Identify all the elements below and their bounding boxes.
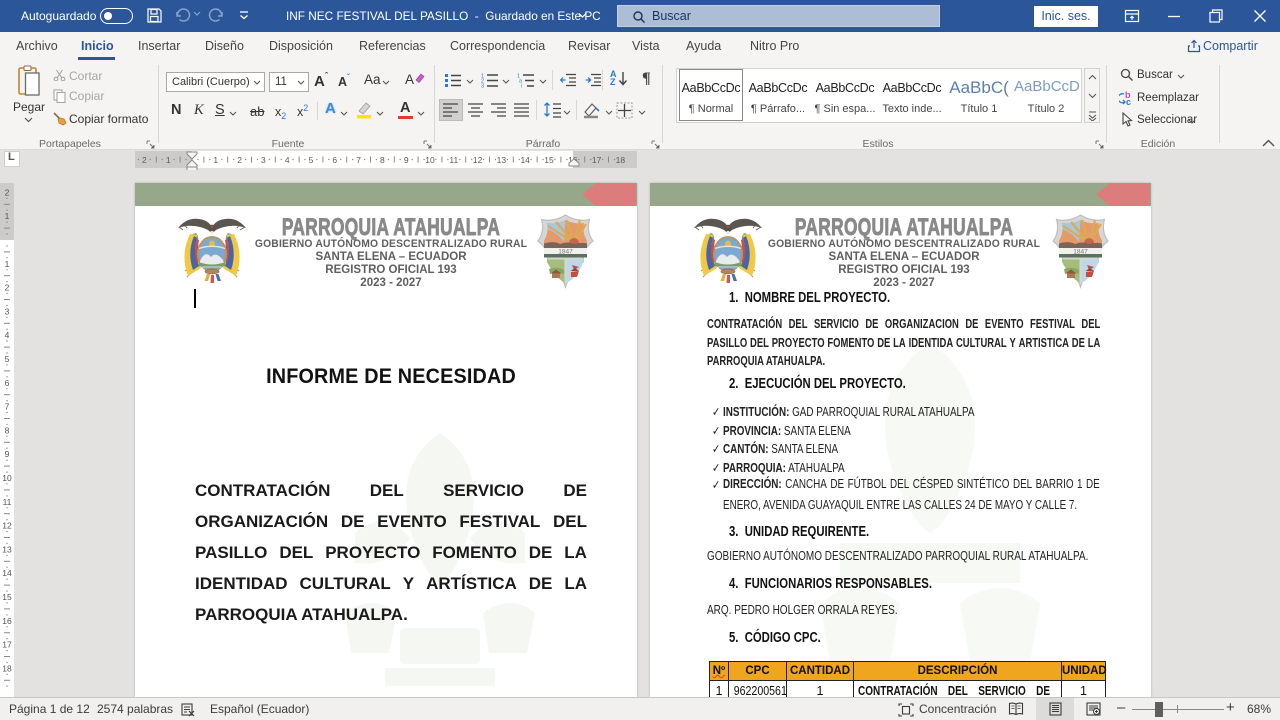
svg-text:9: 9 <box>404 155 409 165</box>
svg-text:i: i <box>521 84 522 89</box>
svg-text:18: 18 <box>616 155 626 165</box>
svg-text:10: 10 <box>2 473 12 483</box>
svg-text:9: 9 <box>5 449 10 459</box>
svg-text:17: 17 <box>2 640 12 650</box>
svg-text:c: c <box>1126 97 1131 106</box>
svg-text:3: 3 <box>481 84 484 89</box>
svg-text:1: 1 <box>166 155 171 165</box>
svg-text:17: 17 <box>592 155 602 165</box>
svg-text:2: 2 <box>5 283 10 293</box>
svg-text:12: 12 <box>2 521 12 531</box>
svg-text:1847: 1847 <box>1073 249 1088 256</box>
svg-text:18: 18 <box>2 663 12 673</box>
svg-text:14: 14 <box>520 155 530 165</box>
svg-text:13: 13 <box>497 155 507 165</box>
svg-text:15: 15 <box>544 155 554 165</box>
svg-text:1: 1 <box>213 155 218 165</box>
svg-text:11: 11 <box>3 497 12 507</box>
svg-text:3: 3 <box>261 155 266 165</box>
svg-text:11: 11 <box>449 155 458 165</box>
svg-text:16: 16 <box>2 616 12 626</box>
svg-text:4: 4 <box>285 155 290 165</box>
svg-text:14: 14 <box>2 568 12 578</box>
svg-text:1: 1 <box>5 259 10 269</box>
svg-text:15: 15 <box>2 592 12 602</box>
svg-text:8: 8 <box>5 425 10 435</box>
svg-text:4: 4 <box>5 330 10 340</box>
svg-text:5: 5 <box>5 354 10 364</box>
svg-text:2: 2 <box>237 155 242 165</box>
svg-text:8: 8 <box>380 155 385 165</box>
svg-text:6: 6 <box>332 155 337 165</box>
svg-text:2: 2 <box>142 155 147 165</box>
svg-text:13: 13 <box>2 544 12 554</box>
svg-text:1: 1 <box>5 211 10 221</box>
svg-text:10: 10 <box>425 155 435 165</box>
svg-text:2: 2 <box>5 187 10 197</box>
svg-text:6: 6 <box>5 378 10 388</box>
svg-text:5: 5 <box>309 155 314 165</box>
svg-text:3: 3 <box>5 306 10 316</box>
svg-text:7: 7 <box>5 402 10 412</box>
svg-text:12: 12 <box>473 155 483 165</box>
svg-text:7: 7 <box>356 155 361 165</box>
